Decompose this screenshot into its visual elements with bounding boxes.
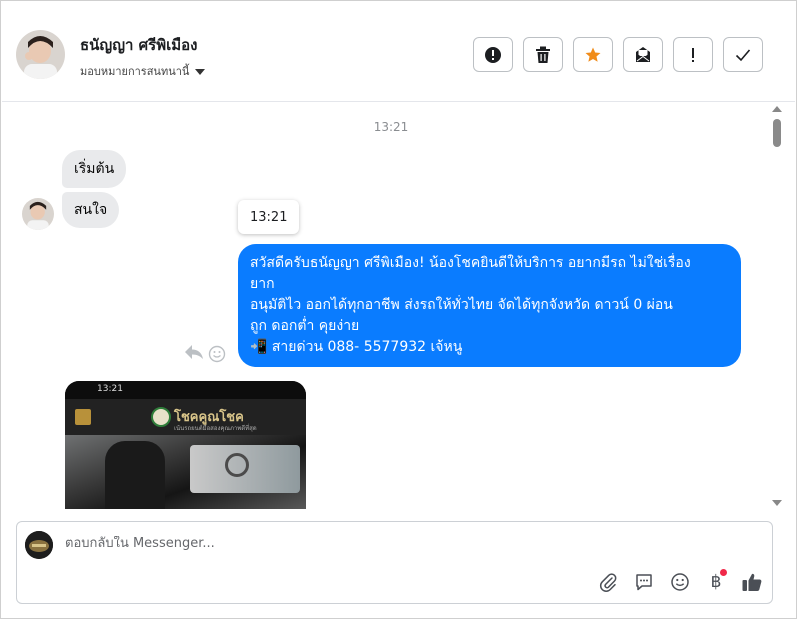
- chat-bubble-icon: [636, 574, 652, 591]
- smiley-icon: [671, 573, 689, 591]
- caret-down-icon: [195, 69, 206, 75]
- reply-input[interactable]: [65, 536, 625, 551]
- thread-scrollbar[interactable]: [769, 103, 785, 509]
- trash-icon: [536, 46, 550, 63]
- attach-button[interactable]: [595, 569, 621, 595]
- scroll-up-arrow-icon[interactable]: [772, 106, 782, 112]
- time-tooltip: 13:21: [238, 200, 300, 234]
- site-tagline: เน้นรถยนต์มือสองคุณภาพดีที่สุด: [174, 425, 257, 432]
- message-line: สวัสดีครับธนัญญา ศรีพิเมือง! น้องโชคยินด…: [250, 255, 691, 271]
- message-thread[interactable]: 13:21 เริ่มต้น สนใจ 13:21 สวัสดีครับธนัญ…: [2, 103, 786, 509]
- incoming-message-bubble[interactable]: สนใจ: [62, 192, 120, 228]
- reply-composer: ฿: [16, 521, 773, 604]
- report-spam-button[interactable]: [473, 37, 513, 72]
- phone-status-bar: 13:21: [65, 381, 306, 399]
- logo-icon: [151, 407, 171, 427]
- smiley-icon[interactable]: [208, 345, 226, 363]
- envelope-icon: [636, 46, 650, 62]
- message-line: ยาก: [250, 276, 275, 292]
- message-timestamp: 13:21: [373, 120, 409, 134]
- star-button[interactable]: [573, 37, 613, 72]
- incoming-message-bubble[interactable]: เริ่มต้น: [62, 150, 127, 188]
- assign-conversation-dropdown[interactable]: มอบหมายการสนทนานี้: [80, 62, 206, 80]
- message-line: ถูก ดอกต่ำ คุยง่าย: [250, 318, 360, 334]
- inbox-conversation-window: ธนัญญา ศรีพิเมือง มอบหมายการสนทนานี้ 13:…: [0, 0, 797, 619]
- check-icon: [735, 48, 751, 61]
- baht-icon: ฿: [710, 572, 722, 592]
- image-attachment[interactable]: 13:21 โชคคูณโชค เน้นรถยนต์มือสองคุณภาพดี…: [65, 381, 306, 509]
- mark-unread-button[interactable]: [623, 37, 663, 72]
- contact-name[interactable]: ธนัญญา ศรีพิเมือง: [80, 33, 197, 57]
- assign-label: มอบหมายการสนทนานี้: [80, 65, 190, 78]
- scroll-thumb[interactable]: [773, 119, 781, 147]
- emoji-button[interactable]: [667, 569, 693, 595]
- like-button[interactable]: [739, 569, 765, 595]
- website-header: โชคคูณโชค เน้นรถยนต์มือสองคุณภาพดีที่สุด: [65, 399, 306, 435]
- notification-dot: [720, 569, 727, 576]
- delete-button[interactable]: [523, 37, 563, 72]
- message-line: 📲 สายด่วน 088- 5577932 เจ้หนู: [250, 339, 463, 355]
- reply-icon[interactable]: [184, 344, 204, 360]
- conversation-header: ธนัญญา ศรีพิเมือง มอบหมายการสนทนานี้: [2, 2, 795, 102]
- page-avatar: [25, 531, 53, 559]
- mark-done-button[interactable]: [723, 37, 763, 72]
- payment-button[interactable]: ฿: [703, 569, 729, 595]
- header-actions: [473, 37, 763, 72]
- sender-avatar: [22, 198, 54, 230]
- car-seat: [105, 441, 165, 509]
- star-icon: [585, 47, 601, 62]
- menu-icon: [75, 409, 91, 425]
- car-wheel: [225, 453, 249, 477]
- saved-replies-button[interactable]: [631, 569, 657, 595]
- message-line: อนุมัติไว ออกได้ทุกอาชีพ ส่งรถให้ทั่วไทย…: [250, 297, 673, 313]
- exclamation-icon: [692, 47, 694, 62]
- follow-up-button[interactable]: [673, 37, 713, 72]
- scroll-down-arrow-icon[interactable]: [772, 500, 782, 506]
- paperclip-icon: [599, 573, 617, 592]
- exclamation-circle-icon: [485, 46, 501, 63]
- outgoing-message-bubble[interactable]: สวัสดีครับธนัญญา ศรีพิเมือง! น้องโชคยินด…: [238, 244, 741, 367]
- thumbs-up-icon: [742, 573, 762, 591]
- contact-avatar[interactable]: [16, 30, 65, 79]
- car-interior-photo: [65, 435, 306, 509]
- composer-toolbar: ฿: [595, 569, 765, 595]
